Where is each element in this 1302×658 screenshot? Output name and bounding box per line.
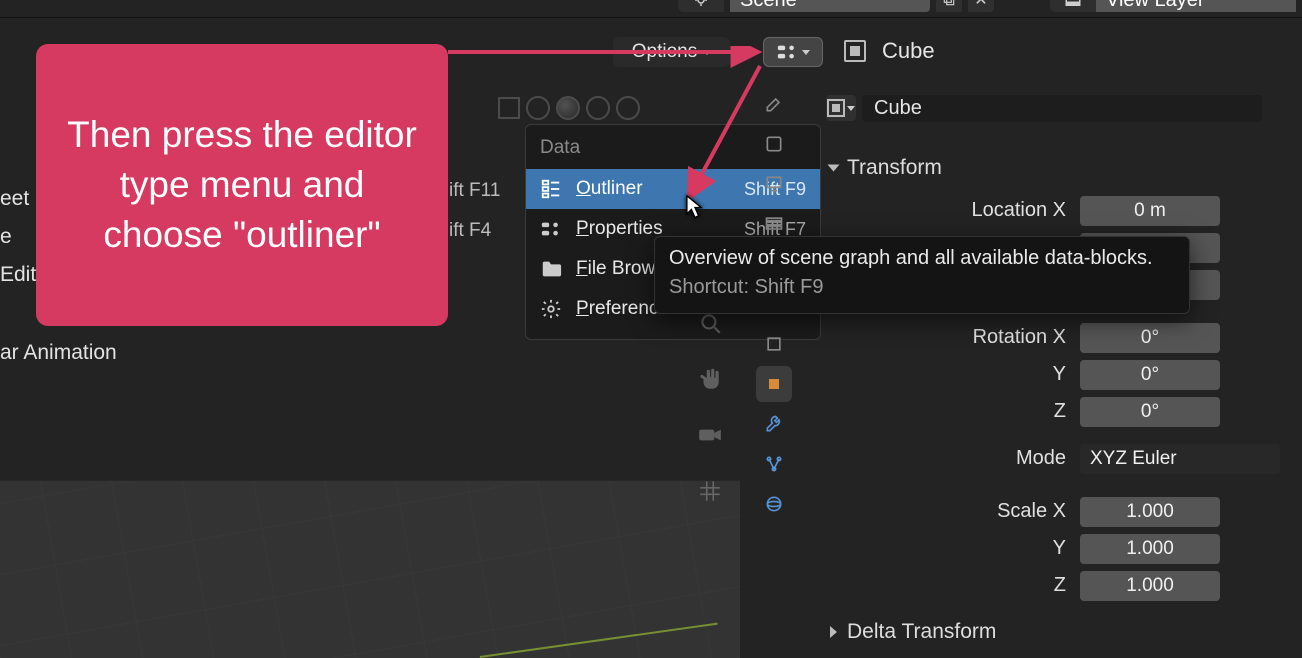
properties-icon <box>540 218 562 240</box>
view-layer-name-label: View Layer <box>1106 0 1205 12</box>
properties-icon <box>776 44 798 60</box>
tab-particles[interactable] <box>756 446 792 482</box>
mesh-icon <box>827 99 845 117</box>
options-dropdown[interactable]: Options <box>613 37 730 67</box>
folder-icon <box>540 258 562 280</box>
tab-output[interactable] <box>756 166 792 202</box>
overlay-toggle-icon[interactable] <box>498 97 520 119</box>
shading-rendered-icon[interactable] <box>616 96 640 120</box>
object-name-label: Cube <box>882 38 935 64</box>
scale-x-field[interactable]: 1.000 <box>1080 497 1220 527</box>
tab-modifiers[interactable] <box>756 406 792 442</box>
triangle-right-icon <box>830 626 837 638</box>
scale-z-field[interactable]: 1.000 <box>1080 571 1220 601</box>
object-icon <box>844 40 866 62</box>
shading-wire-icon[interactable] <box>526 96 550 120</box>
triangle-down-icon <box>828 165 840 172</box>
camera-icon[interactable] <box>697 422 723 448</box>
delta-transform-label: Delta Transform <box>847 620 996 644</box>
rotation-group: Rotation X0° Y0° Z0° <box>822 319 1298 430</box>
rotation-y-label: Y <box>822 363 1080 386</box>
viewport-y-axis <box>480 623 718 658</box>
menu-item-label: Outliner <box>576 178 643 200</box>
menu-item-label: Properties <box>576 218 663 240</box>
tooltip-shortcut: Shortcut: Shift F9 <box>669 276 1175 299</box>
transform-label: Transform <box>847 156 942 180</box>
annotation-callout: Then press the editor type menu and choo… <box>36 44 448 326</box>
scene-name-label: Scene <box>740 0 797 12</box>
datablock-row: Cube <box>826 94 1262 122</box>
scale-x-label: Scale X <box>822 500 1080 523</box>
shading-mode-group <box>498 94 640 122</box>
scene-count-button[interactable] <box>936 0 962 12</box>
frag-nla: ar Animation <box>0 341 117 365</box>
chevron-down-icon <box>703 50 711 55</box>
hand-icon[interactable] <box>697 366 723 392</box>
delta-transform-header[interactable]: Delta Transform <box>822 614 1298 650</box>
view-layer-name-field[interactable]: View Layer <box>1096 0 1296 12</box>
top-header: Scene ✕ View Layer <box>0 0 1302 18</box>
scene-icon <box>678 0 724 12</box>
frag-shortcut-f11: ift F11 <box>449 180 500 202</box>
scene-selector[interactable]: Scene ✕ <box>678 0 994 12</box>
location-x-field[interactable]: 0 m <box>1080 196 1220 226</box>
location-x-label: Location X <box>822 199 1080 222</box>
mouse-cursor <box>686 195 704 219</box>
tab-render[interactable] <box>756 126 792 162</box>
properties-panel: Transform Location X0 m Ym Zm Rotation X… <box>822 150 1298 650</box>
view-layer-icon <box>1050 0 1096 12</box>
tab-collection[interactable] <box>756 326 792 362</box>
datablock-name-field[interactable]: Cube <box>862 95 1262 122</box>
annotation-text: Then press the editor type menu and choo… <box>62 110 422 260</box>
shading-solid-icon[interactable] <box>556 96 580 120</box>
editor-type-button[interactable] <box>763 37 823 67</box>
scale-y-field[interactable]: 1.000 <box>1080 534 1220 564</box>
options-label: Options <box>632 41 697 63</box>
scale-group: Scale X1.000 Y1.000 Z1.000 <box>822 493 1298 604</box>
chevron-down-icon <box>847 106 855 111</box>
tooltip-text: Overview of scene graph and all availabl… <box>669 247 1175 270</box>
transform-header[interactable]: Transform <box>822 150 1298 186</box>
rotation-z-field[interactable]: 0° <box>1080 397 1220 427</box>
chevron-down-icon <box>802 50 810 55</box>
viewport-floor <box>0 480 740 658</box>
rotation-y-field[interactable]: 0° <box>1080 360 1220 390</box>
datablock-name-label: Cube <box>874 97 922 120</box>
grid-icon[interactable] <box>697 478 723 504</box>
tab-object[interactable] <box>756 366 792 402</box>
object-header: Cube <box>844 36 935 66</box>
tooltip-outliner: Overview of scene graph and all availabl… <box>654 236 1190 314</box>
rotation-mode-row: Mode XYZ Euler <box>822 440 1298 477</box>
rotation-mode-dropdown[interactable]: XYZ Euler <box>1080 444 1280 474</box>
outliner-icon <box>540 178 562 200</box>
viewport-gizmo-column <box>692 310 728 504</box>
tab-tool[interactable] <box>756 86 792 122</box>
scene-delete-button[interactable]: ✕ <box>968 0 994 12</box>
rotation-x-field[interactable]: 0° <box>1080 323 1220 353</box>
view-layer-selector[interactable]: View Layer <box>1050 0 1296 12</box>
tab-physics[interactable] <box>756 486 792 522</box>
rotation-x-label: Rotation X <box>822 326 1080 349</box>
gear-icon <box>540 298 562 320</box>
shading-matprev-icon[interactable] <box>586 96 610 120</box>
scale-y-label: Y <box>822 537 1080 560</box>
datablock-type-dropdown[interactable] <box>826 95 856 121</box>
scale-z-label: Z <box>822 574 1080 597</box>
rotation-z-label: Z <box>822 400 1080 423</box>
mode-label: Mode <box>822 447 1080 470</box>
frag-shortcut-f4: ift F4 <box>449 220 491 242</box>
scene-name-field[interactable]: Scene <box>730 0 930 12</box>
